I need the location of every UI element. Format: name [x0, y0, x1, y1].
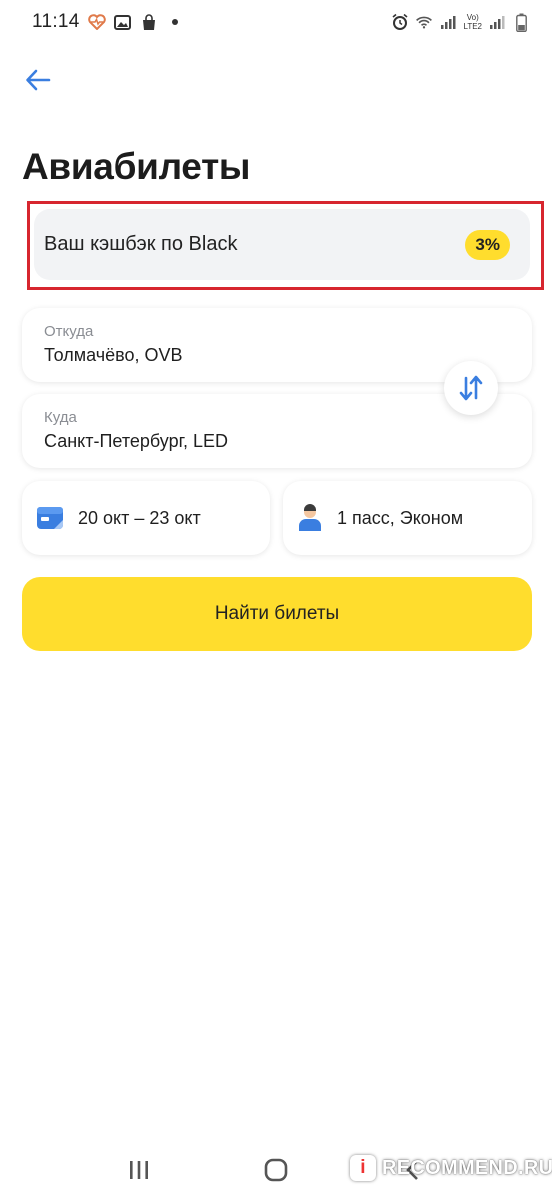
- status-left: 11:14: [32, 11, 184, 33]
- calendar-icon: [37, 507, 63, 529]
- to-label: Куда: [44, 409, 77, 426]
- home-icon: [264, 1158, 288, 1182]
- signal-icon: [439, 13, 457, 31]
- search-tickets-button[interactable]: Найти билеты: [22, 577, 532, 651]
- swap-button[interactable]: [444, 361, 498, 415]
- to-value: Санкт-Петербург, LED: [44, 431, 228, 451]
- status-time: 11:14: [32, 11, 80, 32]
- shopping-bag-icon: [140, 13, 158, 31]
- gallery-icon: [114, 13, 132, 31]
- cashback-label: Ваш кэшбэк по Black: [44, 233, 238, 255]
- watermark-text: RECOMMEND.RU: [382, 1156, 552, 1179]
- health-icon: [87, 13, 106, 31]
- dates-value: 20 окт – 23 окт: [78, 507, 201, 528]
- screen: 11:14 Vo) LTE2 Авиабилеты Ваш кэшбэк по …: [0, 0, 552, 1200]
- page-title: Авиабилеты: [22, 146, 251, 187]
- battery-icon: [512, 13, 530, 32]
- network-indicator: Vo) LTE2: [463, 13, 482, 31]
- from-label: Откуда: [44, 323, 94, 340]
- cashback-card[interactable]: Ваш кэшбэк по Black 3%: [34, 209, 530, 280]
- network-line-1: Vo): [466, 13, 479, 22]
- dates-field[interactable]: 20 окт – 23 окт: [22, 481, 270, 555]
- recents-button[interactable]: [119, 1150, 159, 1190]
- swap-arrows-icon: [459, 375, 483, 401]
- recents-icon: [129, 1161, 148, 1179]
- network-line-2: LTE2: [463, 22, 482, 31]
- arrow-left-icon: [26, 69, 51, 91]
- from-value: Толмачёво, OVB: [44, 345, 183, 365]
- dot-icon: [166, 13, 184, 31]
- passengers-field[interactable]: 1 пасс, Эконом: [283, 481, 532, 555]
- watermark: i RECOMMEND.RU: [350, 1150, 552, 1186]
- wifi-icon: [415, 13, 433, 31]
- cashback-badge: 3%: [465, 229, 510, 260]
- passengers-value: 1 пасс, Эконом: [337, 507, 464, 528]
- person-icon: [299, 504, 321, 531]
- watermark-logo-letter: i: [360, 1157, 366, 1178]
- alarm-icon: [391, 13, 409, 31]
- watermark-logo: i: [350, 1155, 376, 1181]
- home-button[interactable]: [256, 1150, 296, 1190]
- status-bar: 11:14 Vo) LTE2: [0, 0, 552, 44]
- status-right: Vo) LTE2: [391, 13, 530, 32]
- signal-icon-2: [488, 13, 506, 31]
- back-button[interactable]: [20, 62, 56, 98]
